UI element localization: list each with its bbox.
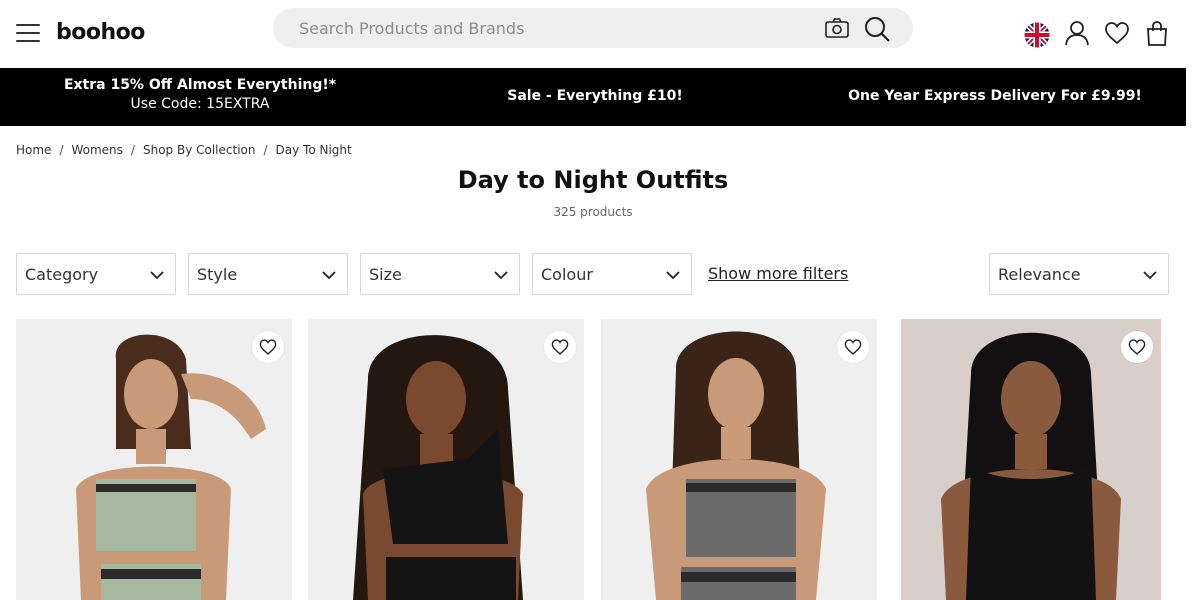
product-image[interactable] [308,319,584,600]
product-card[interactable] [308,319,584,600]
product-count: 325 products [553,205,633,219]
wishlist-button[interactable] [1121,331,1153,363]
bag-icon[interactable] [1144,20,1170,46]
chevron-down-icon [666,271,680,280]
chevron-down-icon [322,271,336,280]
breadcrumb-womens[interactable]: Womens [71,143,122,157]
product-card[interactable] [16,319,292,600]
promo-banner: Extra 15% Off Almost Everything!* Use Co… [0,68,1186,126]
product-card[interactable] [601,319,877,600]
product-card[interactable] [901,319,1161,600]
heart-icon [551,339,569,355]
wishlist-button[interactable] [544,331,576,363]
filter-category-label: Category [25,265,99,284]
logo[interactable]: boohoo [56,20,145,45]
product-image[interactable] [601,319,877,600]
breadcrumb-separator: / [263,143,268,157]
chevron-down-icon [494,271,508,280]
search-icon[interactable] [863,15,891,43]
product-image[interactable] [16,319,292,600]
heart-icon [1128,339,1146,355]
heart-icon [259,339,277,355]
filter-style[interactable]: Style [188,253,348,295]
show-more-filters-link[interactable]: Show more filters [708,264,848,283]
filter-colour[interactable]: Colour [532,253,692,295]
breadcrumb: Home / Womens / Shop By Collection / Day… [16,143,352,157]
product-image[interactable] [901,319,1161,600]
promo-offer[interactable]: Extra 15% Off Almost Everything!* Use Co… [60,77,340,112]
promo-delivery[interactable]: One Year Express Delivery For £9.99! [830,88,1160,104]
camera-icon[interactable] [824,17,850,39]
site-header: boohoo [0,0,1200,68]
filter-size[interactable]: Size [360,253,520,295]
wishlist-button[interactable] [837,331,869,363]
breadcrumb-day-to-night[interactable]: Day To Night [276,143,352,157]
heart-icon [844,339,862,355]
breadcrumb-separator: / [130,143,135,157]
sort-dropdown[interactable]: Relevance [989,253,1169,295]
heart-icon[interactable] [1104,20,1130,46]
wishlist-button[interactable] [252,331,284,363]
breadcrumb-home[interactable]: Home [16,143,51,157]
account-icon[interactable] [1064,20,1090,46]
filter-style-label: Style [197,265,238,284]
promo-sale[interactable]: Sale - Everything £10! [470,88,720,104]
filter-category[interactable]: Category [16,253,176,295]
promo-offer-code: Use Code: 15EXTRA [130,96,270,112]
breadcrumb-shop-by-collection[interactable]: Shop By Collection [143,143,256,157]
menu-icon[interactable] [16,24,40,44]
filter-colour-label: Colour [541,265,593,284]
search-bar[interactable] [273,8,913,48]
promo-offer-title: Extra 15% Off Almost Everything!* [63,77,337,93]
uk-flag-icon[interactable] [1024,22,1050,48]
chevron-down-icon [1143,271,1157,280]
sort-label: Relevance [998,265,1081,284]
breadcrumb-separator: / [59,143,64,157]
page-title: Day to Night Outfits [457,166,729,194]
filter-size-label: Size [369,265,402,284]
search-input[interactable] [299,16,799,40]
chevron-down-icon [150,271,164,280]
